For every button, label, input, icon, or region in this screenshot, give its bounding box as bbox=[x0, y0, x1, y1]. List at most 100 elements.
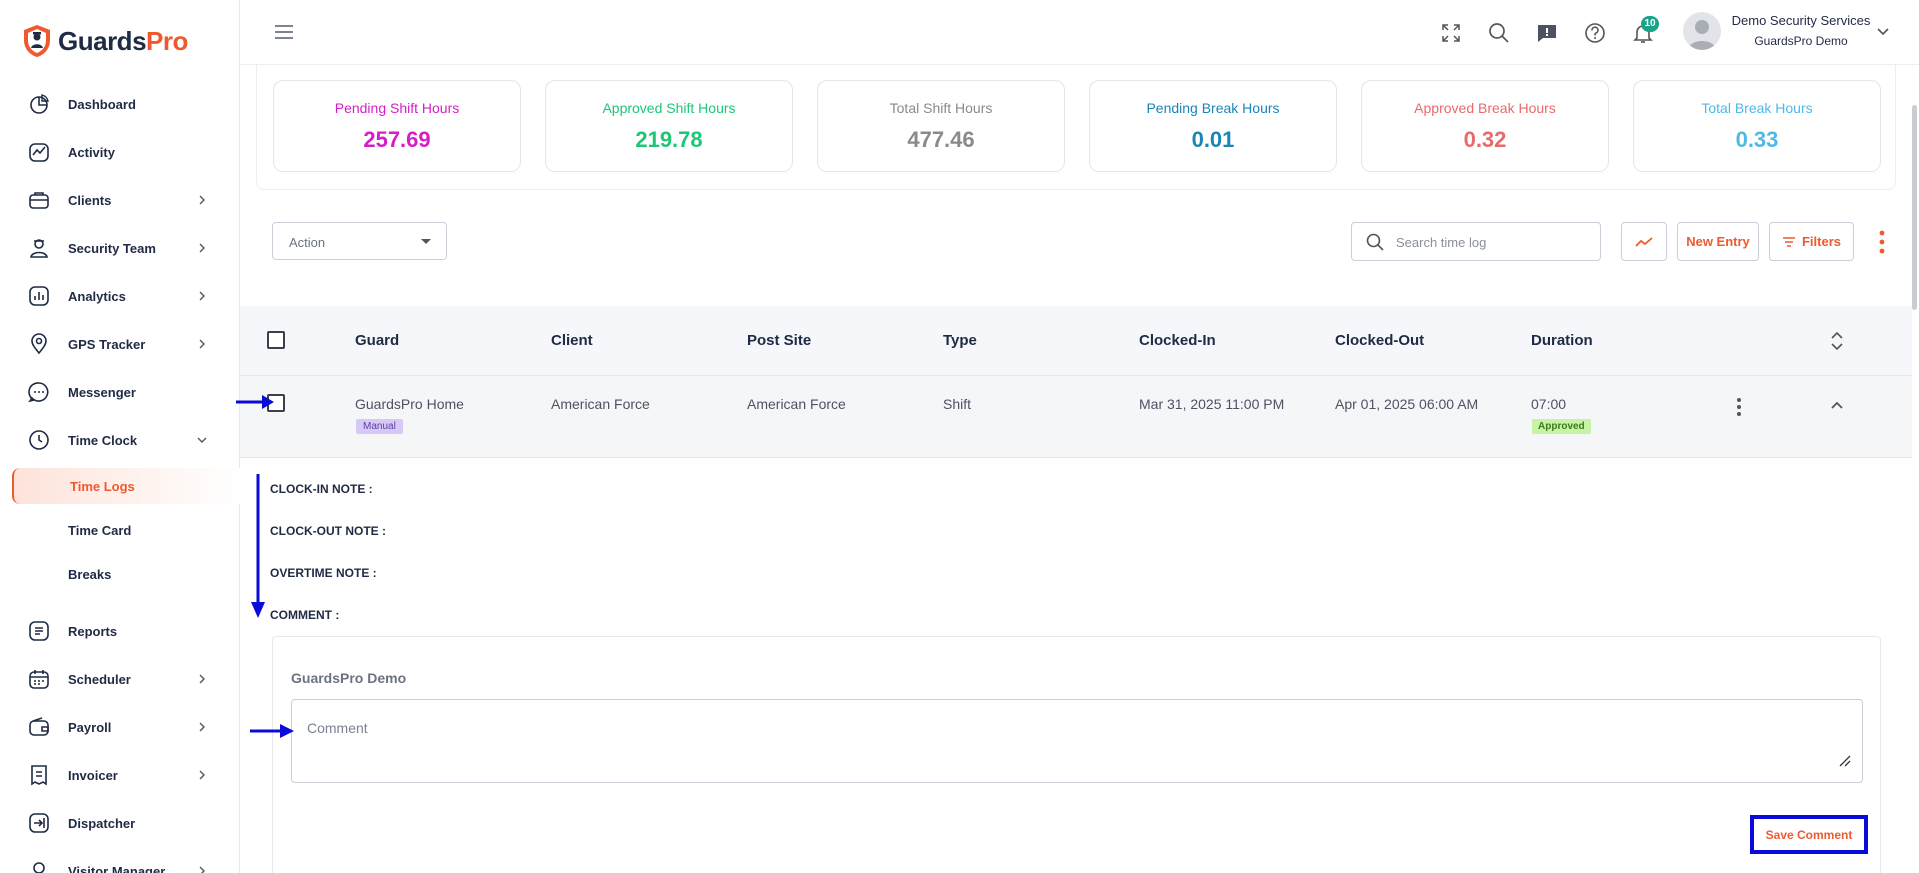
sidebar-item-analytics[interactable]: Analytics bbox=[0, 276, 240, 316]
action-dropdown[interactable]: Action bbox=[272, 222, 447, 260]
column-header-type[interactable]: Type bbox=[943, 332, 977, 349]
feedback-icon[interactable] bbox=[1536, 22, 1558, 44]
overtime-note-label: OVERTIME NOTE : bbox=[270, 566, 377, 580]
page-scrollbar[interactable] bbox=[1912, 105, 1917, 310]
sidebar-subitem-label: Time Logs bbox=[70, 478, 135, 494]
column-header-guard[interactable]: Guard bbox=[355, 332, 399, 349]
cell-duration: 07:00 bbox=[1531, 396, 1567, 412]
chevron-up-icon[interactable] bbox=[1830, 400, 1844, 410]
stat-pending-break-hours: Pending Break Hours 0.01 bbox=[1089, 80, 1337, 172]
sidebar-item-dispatcher[interactable]: Dispatcher bbox=[0, 803, 240, 843]
clock-in-note-label: CLOCK-IN NOTE : bbox=[270, 482, 373, 496]
table-header: Guard Client Post Site Type Clocked-In C… bbox=[240, 306, 1912, 376]
brand-name: GuardsPro bbox=[58, 26, 188, 57]
stat-approved-break-hours: Approved Break Hours 0.32 bbox=[1361, 80, 1609, 172]
stat-value: 257.69 bbox=[363, 127, 431, 152]
table-row[interactable]: GuardsPro Home Manual American Force Ame… bbox=[240, 376, 1912, 458]
fullscreen-icon[interactable] bbox=[1440, 22, 1462, 44]
sidebar-item-label: Reports bbox=[68, 623, 118, 639]
logo[interactable]: GuardsPro bbox=[22, 24, 188, 58]
new-entry-button[interactable]: New Entry bbox=[1677, 222, 1759, 261]
sidebar-item-payroll[interactable]: Payroll bbox=[0, 707, 240, 747]
column-header-clocked-out[interactable]: Clocked-Out bbox=[1335, 332, 1424, 349]
comment-author: GuardsPro Demo bbox=[291, 670, 407, 686]
user-name[interactable]: Demo Security Services bbox=[1726, 13, 1876, 28]
cell-post-site: American Force bbox=[747, 396, 846, 412]
more-options-icon[interactable] bbox=[1878, 229, 1886, 255]
sidebar-item-visitor-manager[interactable]: Visitor Manager bbox=[0, 851, 240, 873]
annotation-arrow-icon bbox=[250, 724, 294, 738]
sidebar-subitem-breaks[interactable]: Breaks bbox=[0, 556, 240, 592]
new-entry-label: New Entry bbox=[1686, 234, 1750, 249]
reports-icon bbox=[29, 621, 49, 641]
user-org[interactable]: GuardsPro Demo bbox=[1726, 34, 1876, 48]
sidebar-item-label: Dashboard bbox=[68, 96, 136, 112]
app: GuardsPro Dashboard Activity Clients Sec… bbox=[0, 0, 1919, 873]
filters-button[interactable]: Filters bbox=[1769, 222, 1854, 261]
user-avatar-icon bbox=[1688, 20, 1716, 50]
cell-guard: GuardsPro Home bbox=[355, 396, 464, 412]
sidebar-item-scheduler[interactable]: Scheduler bbox=[0, 659, 240, 699]
sidebar-item-label: Payroll bbox=[68, 719, 112, 735]
sidebar-item-activity[interactable]: Activity bbox=[0, 132, 240, 172]
sidebar-item-gps-tracker[interactable]: GPS Tracker bbox=[0, 324, 240, 364]
search-input[interactable] bbox=[1396, 232, 1592, 252]
comment-card: GuardsPro Demo bbox=[272, 636, 1881, 873]
sidebar-item-reports[interactable]: Reports bbox=[0, 611, 240, 651]
chevron-right-icon bbox=[199, 339, 205, 349]
comment-textarea[interactable] bbox=[291, 699, 1863, 783]
stats-panel: Pending Shift Hours 257.69 Approved Shif… bbox=[256, 65, 1896, 190]
stat-value: 0.01 bbox=[1191, 127, 1235, 152]
sidebar-item-label: Activity bbox=[68, 144, 115, 160]
sort-toggle-icon[interactable] bbox=[1830, 330, 1844, 352]
shield-logo-icon bbox=[24, 25, 50, 57]
stat-title: Approved Shift Hours bbox=[602, 100, 736, 116]
search-box[interactable] bbox=[1351, 222, 1601, 261]
sidebar-item-label: Visitor Manager bbox=[68, 863, 166, 873]
sidebar-subitem-time-logs[interactable]: Time Logs bbox=[12, 468, 240, 504]
select-all-checkbox[interactable] bbox=[267, 331, 285, 349]
chevron-right-icon bbox=[199, 770, 205, 780]
chevron-down-icon bbox=[197, 437, 207, 443]
activity-icon bbox=[29, 143, 49, 162]
search-icon[interactable] bbox=[1488, 22, 1510, 44]
help-icon[interactable] bbox=[1584, 22, 1606, 44]
sidebar-item-label: Dispatcher bbox=[68, 815, 136, 831]
sidebar-item-messenger[interactable]: Messenger bbox=[0, 372, 240, 412]
cell-type: Shift bbox=[943, 396, 972, 412]
column-header-post-site[interactable]: Post Site bbox=[747, 332, 811, 349]
stat-value: 477.46 bbox=[907, 127, 975, 152]
filter-icon bbox=[1782, 236, 1795, 247]
resize-handle-icon[interactable] bbox=[1837, 753, 1851, 767]
column-header-duration[interactable]: Duration bbox=[1531, 332, 1593, 349]
sidebar-item-dashboard[interactable]: Dashboard bbox=[0, 84, 240, 124]
invoice-icon bbox=[31, 765, 47, 786]
chevron-down-icon[interactable] bbox=[1876, 26, 1890, 38]
sidebar-item-clients[interactable]: Clients bbox=[0, 180, 240, 220]
column-header-clocked-in[interactable]: Clocked-In bbox=[1139, 332, 1216, 349]
avatar[interactable] bbox=[1683, 12, 1721, 50]
hamburger-menu-icon[interactable] bbox=[274, 24, 294, 40]
sidebar-item-label: Invoicer bbox=[68, 767, 118, 783]
stat-title: Total Break Hours bbox=[1701, 100, 1813, 116]
chat-icon bbox=[28, 382, 49, 403]
row-more-icon[interactable] bbox=[1736, 397, 1742, 417]
sidebar-item-label: Security Team bbox=[68, 240, 156, 256]
dashboard-icon bbox=[30, 94, 49, 114]
sidebar-item-invoicer[interactable]: Invoicer bbox=[0, 755, 240, 795]
sidebar-item-label: Time Clock bbox=[68, 432, 138, 448]
save-comment-button[interactable]: Save Comment bbox=[1750, 815, 1868, 854]
sidebar-item-time-clock[interactable]: Time Clock bbox=[0, 420, 240, 460]
cell-clocked-out: Apr 01, 2025 06:00 AM bbox=[1335, 396, 1479, 412]
chevron-right-icon bbox=[199, 243, 205, 253]
analytics-icon bbox=[29, 286, 49, 306]
brand-left: Guards bbox=[58, 25, 147, 56]
cell-client: American Force bbox=[551, 396, 650, 412]
trend-line-icon bbox=[1635, 236, 1653, 247]
sidebar-item-security-team[interactable]: Security Team bbox=[0, 228, 240, 268]
status-badge: Approved bbox=[1532, 419, 1591, 434]
column-header-client[interactable]: Client bbox=[551, 332, 593, 349]
trend-chart-button[interactable] bbox=[1621, 222, 1667, 261]
chevron-right-icon bbox=[199, 291, 205, 301]
sidebar-subitem-time-card[interactable]: Time Card bbox=[0, 512, 240, 548]
